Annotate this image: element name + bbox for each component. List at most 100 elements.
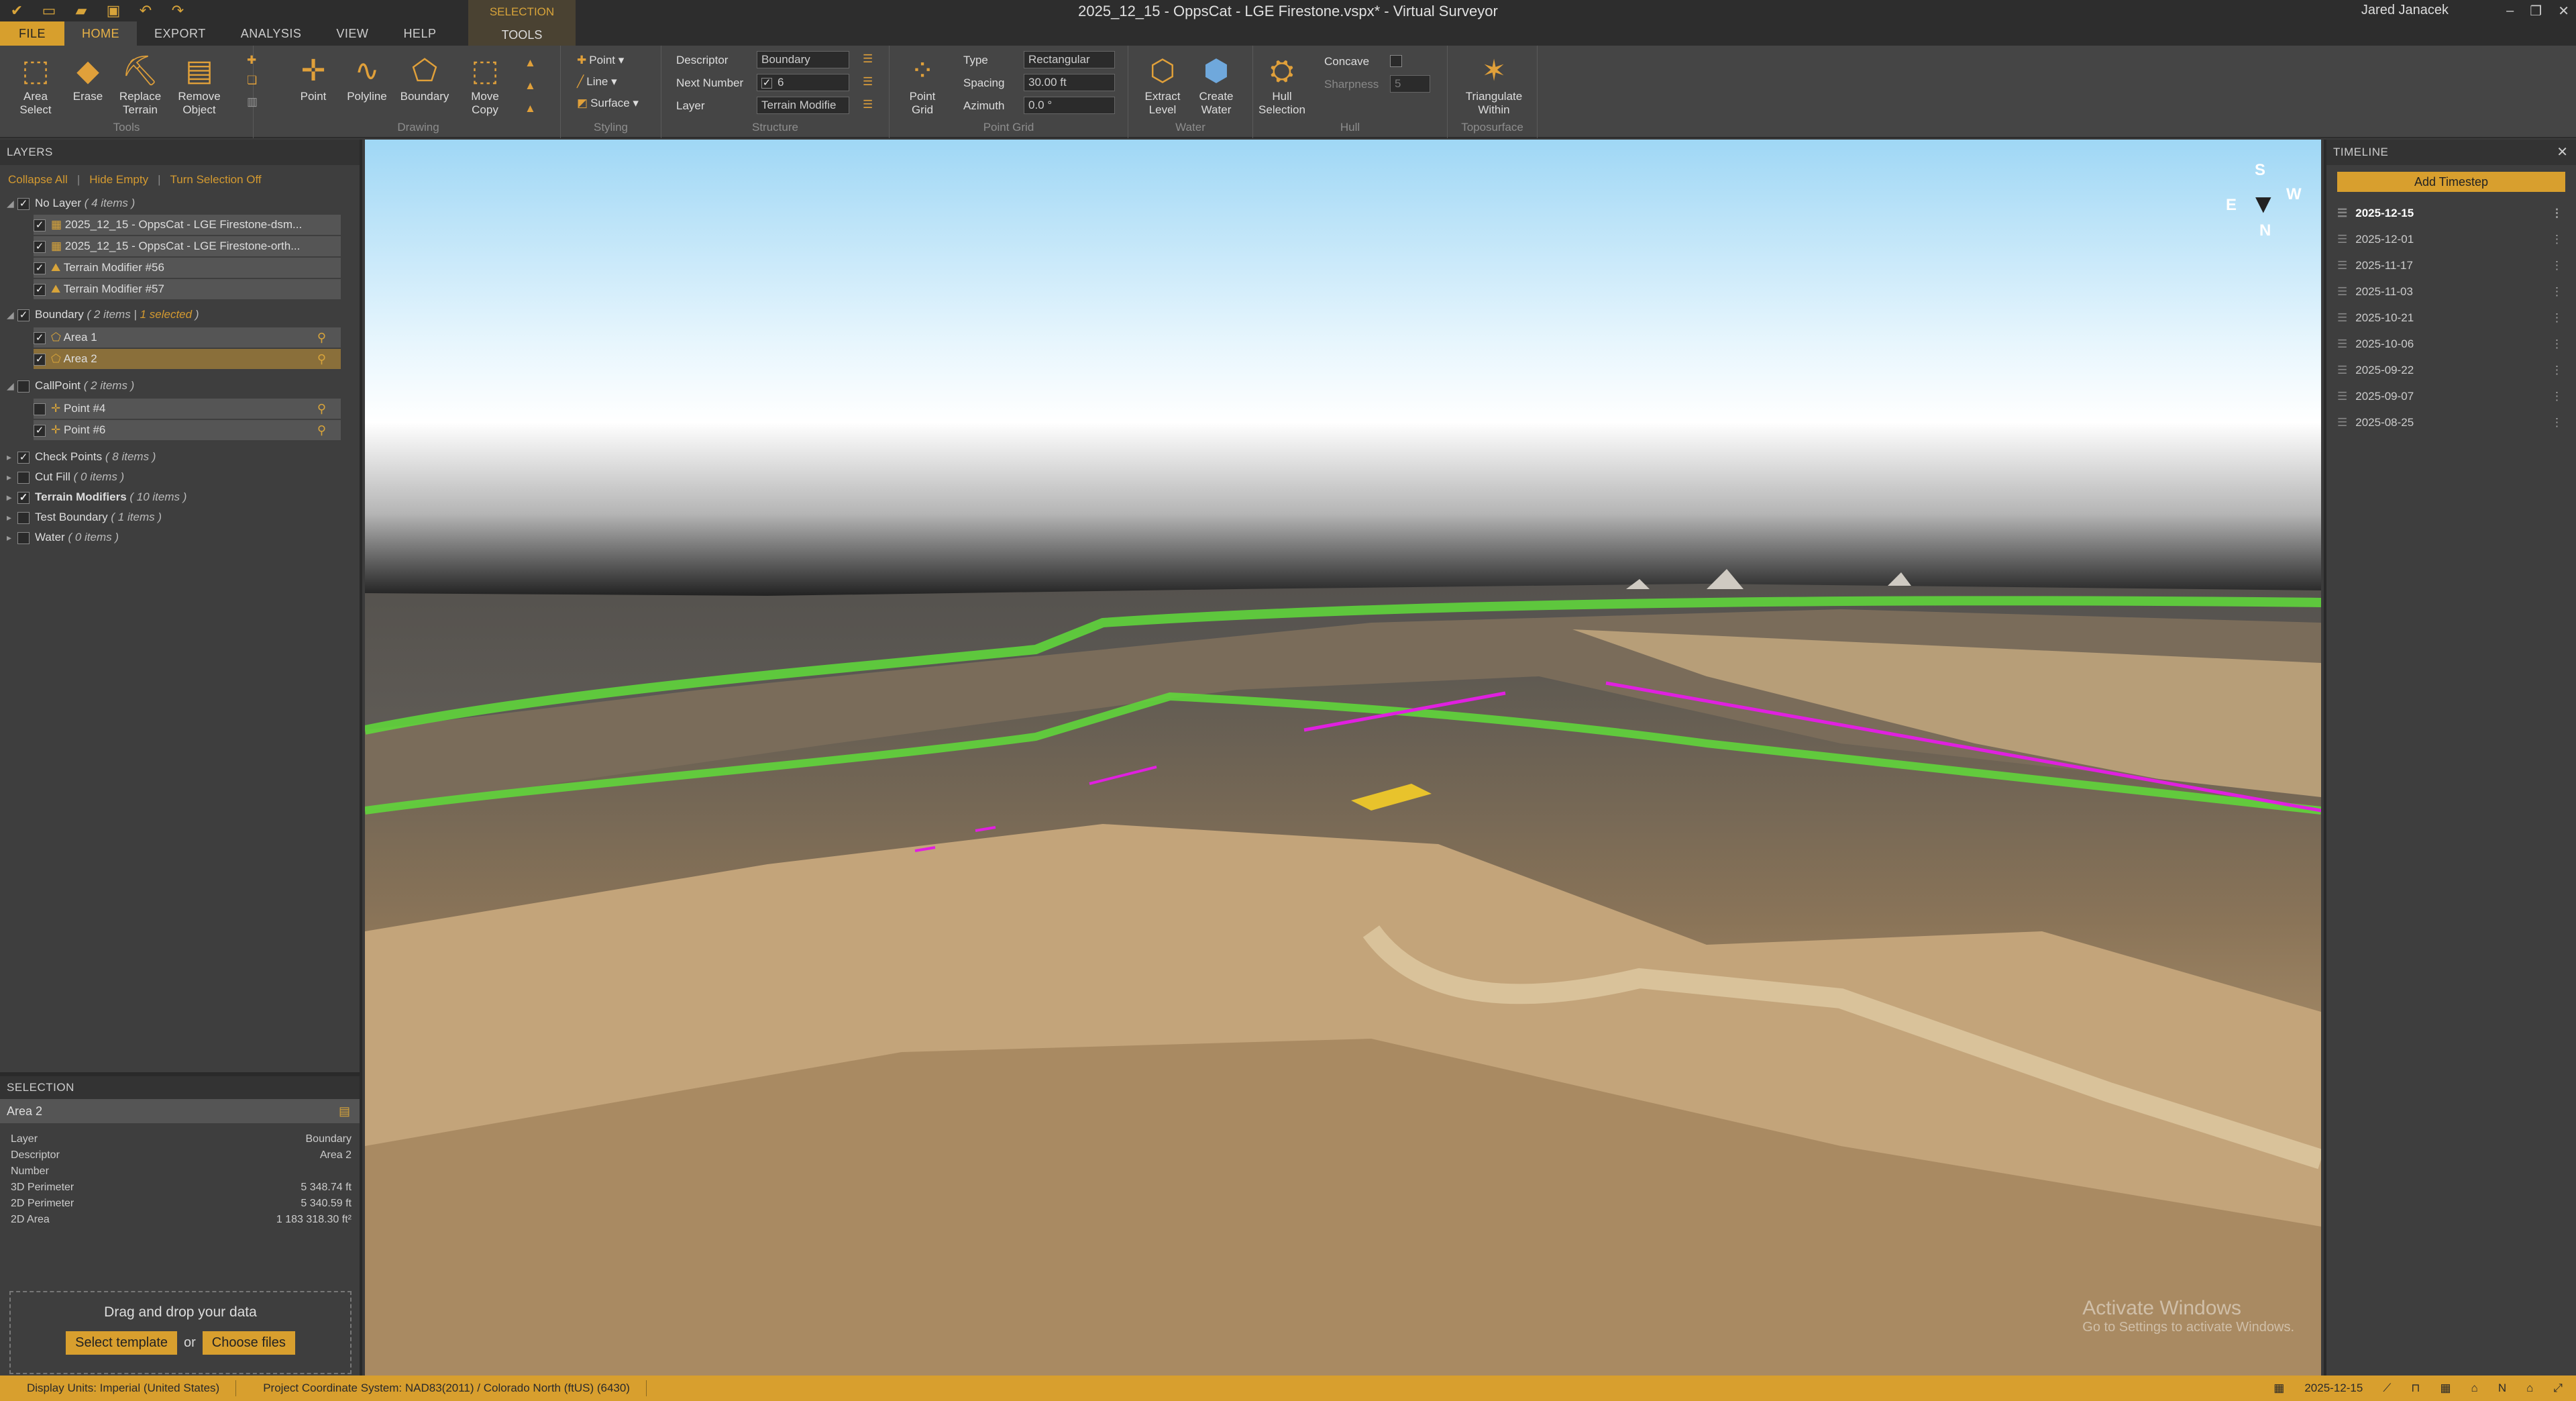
layer-checkbox[interactable]: ✓ <box>34 240 46 253</box>
azimuth-field[interactable]: 0.0 ° <box>1024 97 1115 114</box>
layer-checkbox[interactable]: ✓ <box>34 353 46 366</box>
add-timestep-button[interactable]: Add Timestep <box>2337 172 2565 192</box>
layer-checkbox[interactable]: ✓ <box>34 219 46 231</box>
line-style-dropdown[interactable]: ╱ Line ▾ <box>577 75 617 89</box>
layer-item-row[interactable]: ✓ ▦ 2025_12_15 - OppsCat - LGE Firestone-… <box>34 236 341 256</box>
layer-checkbox[interactable] <box>17 380 30 393</box>
layer-checkbox[interactable] <box>17 531 30 544</box>
layer-group-row[interactable]: ◢ CallPoint ( 2 items ) <box>7 376 134 396</box>
coordinate-system[interactable]: Project Coordinate System: NAD83(2011) /… <box>236 1380 647 1396</box>
timestep-item[interactable]: ☰ 2025-11-17 ⋮ <box>2326 252 2576 278</box>
move-copy-button[interactable]: ⬚ Move Copy <box>459 52 511 117</box>
expand-arrow-icon[interactable]: ▸ <box>7 527 17 548</box>
more-options-icon[interactable]: ⋮ <box>2551 226 2563 252</box>
expand-arrow-icon[interactable]: ▸ <box>7 487 17 507</box>
open-folder-icon[interactable]: ▰ <box>72 2 90 19</box>
more-options-icon[interactable]: ⋮ <box>2551 200 2563 226</box>
layer-checkbox[interactable]: ✓ <box>17 197 30 210</box>
more-options-icon[interactable]: ⋮ <box>2551 305 2563 331</box>
tab-analysis[interactable]: ANALYSIS <box>223 21 319 46</box>
layer-checkbox[interactable]: ✓ <box>34 331 46 344</box>
create-water-button[interactable]: ⬢ Create Water <box>1190 52 1242 117</box>
layer-group-row[interactable]: ◢ ✓ No Layer ( 4 items ) <box>7 193 135 213</box>
timestep-item[interactable]: ☰ 2025-09-22 ⋮ <box>2326 357 2576 383</box>
undo-icon[interactable]: ↶ <box>137 2 154 19</box>
layer-item-row[interactable]: ✛ Point #4 ⚲ <box>34 399 341 419</box>
drag-handle-icon[interactable]: ☰ <box>2337 416 2347 429</box>
extract-level-button[interactable]: ⬡ Extract Level <box>1136 52 1189 117</box>
area-select-button[interactable]: ⬚ Area Select <box>9 52 62 117</box>
drag-handle-icon[interactable]: ☰ <box>2337 390 2347 403</box>
hull-selection-button[interactable]: ⛭ Hull Selection <box>1256 52 1308 117</box>
select-template-button[interactable]: Select template <box>66 1331 177 1355</box>
edit-icon[interactable]: ▤ <box>339 1099 350 1123</box>
layer-checkbox[interactable]: ✓ <box>34 283 46 296</box>
building-icon[interactable]: ⌂ <box>2471 1382 2478 1395</box>
expand-arrow-icon[interactable]: ▸ <box>7 507 17 527</box>
drag-handle-icon[interactable]: ☰ <box>2337 364 2347 376</box>
list-settings-icon[interactable]: ☰ <box>863 52 875 66</box>
layer-group-row[interactable]: ▸ Cut Fill ( 0 items ) <box>7 467 124 487</box>
layer-group-row[interactable]: ◢ ✓ Boundary ( 2 items | 1 selected ) <box>7 305 199 325</box>
layer-checkbox[interactable]: ✓ <box>17 491 30 504</box>
expand-arrow-icon[interactable]: ▸ <box>7 447 17 467</box>
hide-empty-link[interactable]: Hide Empty <box>89 173 148 187</box>
collapse-arrow-icon[interactable]: ◢ <box>7 376 17 396</box>
collapse-arrow-icon[interactable]: ◢ <box>7 305 17 325</box>
layer-item-row[interactable]: ✓ ⬠ Area 1 ⚲ <box>34 327 341 348</box>
drawing-option-icon[interactable]: ▲ <box>525 79 539 93</box>
timestep-item[interactable]: ☰ 2025-12-15 ⋮ <box>2326 200 2576 226</box>
collapse-arrow-icon[interactable]: ◢ <box>7 193 17 213</box>
minimize-icon[interactable]: – <box>2506 3 2514 19</box>
close-icon[interactable]: ✕ <box>2558 3 2569 19</box>
list-settings-icon[interactable]: ☰ <box>863 75 875 89</box>
timestep-item[interactable]: ☰ 2025-12-01 ⋮ <box>2326 226 2576 252</box>
descriptor-field[interactable]: Boundary <box>757 51 849 68</box>
layer-checkbox[interactable]: ✓ <box>17 309 30 321</box>
remove-object-button[interactable]: ▤ Remove Object <box>173 52 225 117</box>
grid-icon[interactable]: ▦ <box>2440 1382 2451 1395</box>
pin-icon[interactable]: ⚲ <box>317 349 326 369</box>
replace-terrain-button[interactable]: ⛏ Replace Terrain <box>114 52 166 117</box>
layer-group-row[interactable]: ▸ Test Boundary ( 1 items ) <box>7 507 162 527</box>
choose-files-button[interactable]: Choose files <box>202 1331 295 1355</box>
layer-group-row[interactable]: ▸ ✓ Check Points ( 8 items ) <box>7 447 156 467</box>
next-number-checkbox[interactable]: ✓ <box>761 77 772 89</box>
selection-context-tab[interactable]: SELECTION TOOLS <box>468 0 576 46</box>
more-options-icon[interactable]: ⋮ <box>2551 357 2563 383</box>
more-options-icon[interactable]: ⋮ <box>2551 331 2563 357</box>
current-date[interactable]: 2025-12-15 <box>2304 1382 2363 1395</box>
grid-type-dropdown[interactable]: Rectangular <box>1024 51 1115 68</box>
drawing-option-icon[interactable]: ▲ <box>525 102 539 115</box>
layer-checkbox[interactable] <box>17 511 30 524</box>
snap-icon[interactable]: ✚ <box>247 54 259 67</box>
surface-style-dropdown[interactable]: ◩ Surface ▾ <box>577 97 639 110</box>
timestep-item[interactable]: ☰ 2025-08-25 ⋮ <box>2326 409 2576 435</box>
pin-icon[interactable]: ⚲ <box>317 399 326 419</box>
layer-group-row[interactable]: ▸ ✓ Terrain Modifiers ( 10 items ) <box>7 487 186 507</box>
delete-icon[interactable]: ▥ <box>247 95 260 109</box>
collapse-all-link[interactable]: Collapse All <box>8 173 68 187</box>
drag-handle-icon[interactable]: ☰ <box>2337 233 2347 246</box>
drawing-option-icon[interactable]: ▲ <box>525 56 539 70</box>
tab-export[interactable]: EXPORT <box>137 21 223 46</box>
compass-widget[interactable]: S W E N ▼ <box>2220 161 2302 242</box>
layer-group-row[interactable]: ▸ Water ( 0 items ) <box>7 527 119 548</box>
layer-dropdown[interactable]: Terrain Modifie <box>757 97 849 114</box>
save-icon[interactable]: ▣ <box>105 2 122 19</box>
polyline-tool-button[interactable]: ∿ Polyline <box>341 52 393 103</box>
layer-checkbox[interactable] <box>17 471 30 484</box>
restore-icon[interactable]: ❐ <box>2530 3 2542 19</box>
tab-file[interactable]: FILE <box>0 21 65 46</box>
sharpness-field[interactable]: 5 <box>1390 75 1430 93</box>
drag-handle-icon[interactable]: ☰ <box>2337 311 2347 324</box>
fullscreen-icon[interactable]: ⤢ <box>2553 1382 2563 1395</box>
timestep-item[interactable]: ☰ 2025-10-21 ⋮ <box>2326 305 2576 331</box>
turn-selection-off-link[interactable]: Turn Selection Off <box>170 173 262 187</box>
drag-handle-icon[interactable]: ☰ <box>2337 207 2347 219</box>
layer-item-row[interactable]: ✓ ⛰ Terrain Modifier #57 <box>34 279 341 299</box>
point-grid-button[interactable]: ⁘ Point Grid <box>896 52 949 117</box>
layer-checkbox[interactable]: ✓ <box>34 424 46 437</box>
terrain-scene[interactable] <box>365 140 2321 1376</box>
copy-icon[interactable]: ❏ <box>247 74 260 87</box>
